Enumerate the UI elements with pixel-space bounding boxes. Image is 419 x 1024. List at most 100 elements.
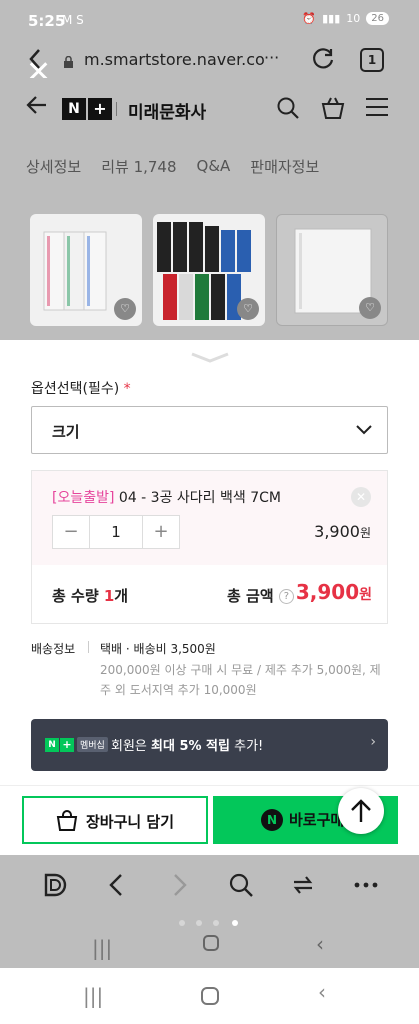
d-logo-icon[interactable] (43, 872, 67, 902)
wishlist-heart-icon[interactable]: ♡ (237, 298, 259, 320)
store-back-icon[interactable] (26, 94, 48, 122)
total-amount-value: 3,900 (295, 580, 360, 604)
status-extra-text: M S (62, 13, 84, 27)
wishlist-heart-icon[interactable]: ♡ (359, 297, 381, 319)
alarm-icon: ⏰ (302, 12, 317, 25)
badge-membership: 멤버십 (77, 737, 108, 752)
share-icon[interactable] (290, 872, 316, 902)
option-select[interactable]: 크기 (31, 406, 388, 454)
shopping-bag-icon[interactable] (320, 96, 346, 124)
option-label: 옵션선택(필수) * (31, 378, 131, 398)
option-sheet: 옵션선택(필수) * 크기 [오늘출발] 04 - 3공 사다리 백색 7CM … (0, 340, 419, 785)
status-right-text: 10 (346, 12, 361, 25)
help-icon[interactable]: ? (278, 589, 294, 604)
product-thumbnail[interactable]: ♡ (30, 214, 142, 326)
recent-apps-icon[interactable]: ||| (83, 984, 103, 1008)
toolbar-search-icon[interactable] (228, 872, 254, 902)
browser-url-bar: m.smartstore.naver.co ··· 1 (0, 42, 419, 78)
tab-seller-info[interactable]: 판매자정보 (250, 156, 319, 177)
shipping-fee: 택배 · 배송비 3,500원 (100, 642, 216, 656)
membership-text-start: 회원은 (111, 739, 152, 754)
toolbar-forward-icon[interactable] (172, 872, 188, 902)
quantity-stepper: − 1 + (52, 515, 180, 549)
status-right-icons: ⏰ ▮▮▮ 10 26 (302, 12, 389, 25)
product-tabs: 상세정보 리뷰 1,748 Q&A 판매자정보 (0, 142, 419, 190)
option-price: 3,900원 (314, 522, 371, 541)
system-back-icon[interactable]: ‹ (318, 980, 326, 1004)
shopping-bag-icon (56, 810, 78, 836)
total-amount-label-group: 총 금액 ? (227, 585, 294, 606)
related-products: ♡ ♡ ♡ (0, 190, 419, 340)
remove-option-icon[interactable]: ✕ (351, 487, 371, 507)
quantity-input[interactable]: 1 (89, 516, 143, 548)
browser-toolbar (0, 855, 419, 915)
tab-qna[interactable]: Q&A (197, 157, 231, 175)
sheet-collapse-handle-icon[interactable] (190, 349, 230, 368)
badge-n: N (45, 737, 59, 752)
membership-banner[interactable]: N + 멤버십 회원은 최대 5% 적립 추가! › (31, 719, 388, 771)
battery-icon: 26 (366, 12, 389, 25)
tab-count-button[interactable]: 1 (360, 48, 384, 72)
selected-option-name: [오늘출발] 04 - 3공 사다리 백색 7CM (52, 487, 281, 507)
page-indicator (0, 915, 419, 930)
decrease-quantity-button[interactable]: − (53, 516, 89, 548)
chevron-right-icon: › (370, 734, 376, 750)
required-mark: * (123, 381, 131, 397)
lock-icon (63, 53, 74, 68)
store-name[interactable]: 미래문화사 (128, 98, 206, 123)
logo-plus: + (88, 98, 112, 120)
arrow-up-icon (351, 799, 371, 822)
product-thumbnail[interactable]: ♡ (276, 214, 388, 326)
system-back-icon[interactable]: ‹ (316, 932, 324, 956)
same-day-tag: [오늘출발] (52, 490, 115, 506)
option-price-unit: 원 (359, 526, 371, 540)
url-text[interactable]: m.smartstore.naver.co (84, 50, 265, 69)
recent-apps-icon[interactable]: ||| (92, 936, 112, 960)
home-icon[interactable] (199, 985, 221, 1012)
more-menu-icon[interactable] (353, 872, 379, 902)
total-amount-unit: 원 (359, 587, 372, 603)
option-name-text: 04 - 3공 사다리 백색 7CM (118, 490, 281, 506)
shipping-divider (88, 641, 89, 653)
buy-now-label: 바로구매 (289, 811, 345, 829)
shipping-detail: 200,000원 이상 구매 시 무료 / 제주 추가 5,000원, 제주 외… (100, 663, 381, 697)
naver-plus-logo[interactable]: N + (62, 98, 112, 120)
signal-icon: ▮▮▮ (322, 12, 341, 25)
page-dot-active (232, 920, 238, 926)
reload-icon[interactable] (310, 46, 336, 76)
option-label-text: 옵션선택(필수) (31, 381, 120, 397)
total-amount: 3,900원 (296, 580, 372, 604)
shipping-label: 배송정보 (31, 642, 76, 656)
status-time: 5:25 (28, 12, 66, 30)
selected-option-box: [오늘출발] 04 - 3공 사다리 백색 7CM ✕ − 1 + 3,900원… (31, 470, 388, 624)
chevron-down-icon (355, 421, 373, 443)
tab-reviews[interactable]: 리뷰 1,748 (101, 156, 176, 177)
membership-text-end: 추가! (229, 739, 264, 754)
store-header: N + 미래문화사 (0, 78, 419, 142)
search-icon[interactable] (276, 96, 300, 124)
total-quantity: 총 수량 1개 (52, 585, 128, 606)
product-thumbnail[interactable]: ♡ (153, 214, 265, 326)
increase-quantity-button[interactable]: + (143, 516, 179, 548)
total-quantity-value: 1 (103, 587, 115, 605)
toolbar-back-icon[interactable] (108, 872, 124, 902)
home-icon[interactable] (201, 933, 221, 958)
add-to-cart-label: 장바구니 담기 (86, 813, 175, 831)
menu-icon[interactable] (365, 96, 389, 122)
url-more-icon[interactable]: ··· (264, 48, 279, 67)
add-to-cart-button[interactable]: 장바구니 담기 (22, 796, 208, 844)
total-quantity-unit: 개 (114, 587, 129, 605)
naver-pay-icon: N (261, 809, 283, 831)
membership-badge: N + 멤버십 (45, 737, 108, 752)
total-amount-label: 총 금액 (227, 587, 274, 605)
option-select-value: 크기 (52, 423, 80, 441)
page-dot (213, 920, 219, 926)
selected-option-item: [오늘출발] 04 - 3공 사다리 백색 7CM ✕ − 1 + 3,900원 (32, 471, 387, 565)
tab-detail[interactable]: 상세정보 (26, 156, 81, 177)
logo-n: N (62, 98, 86, 120)
inner-system-nav: ||| ‹ (0, 930, 419, 968)
total-quantity-label: 총 수량 (52, 587, 99, 605)
wishlist-heart-icon[interactable]: ♡ (114, 298, 136, 320)
membership-text-bold: 최대 5% 적립 (151, 739, 230, 754)
scroll-to-top-button[interactable] (338, 788, 384, 834)
